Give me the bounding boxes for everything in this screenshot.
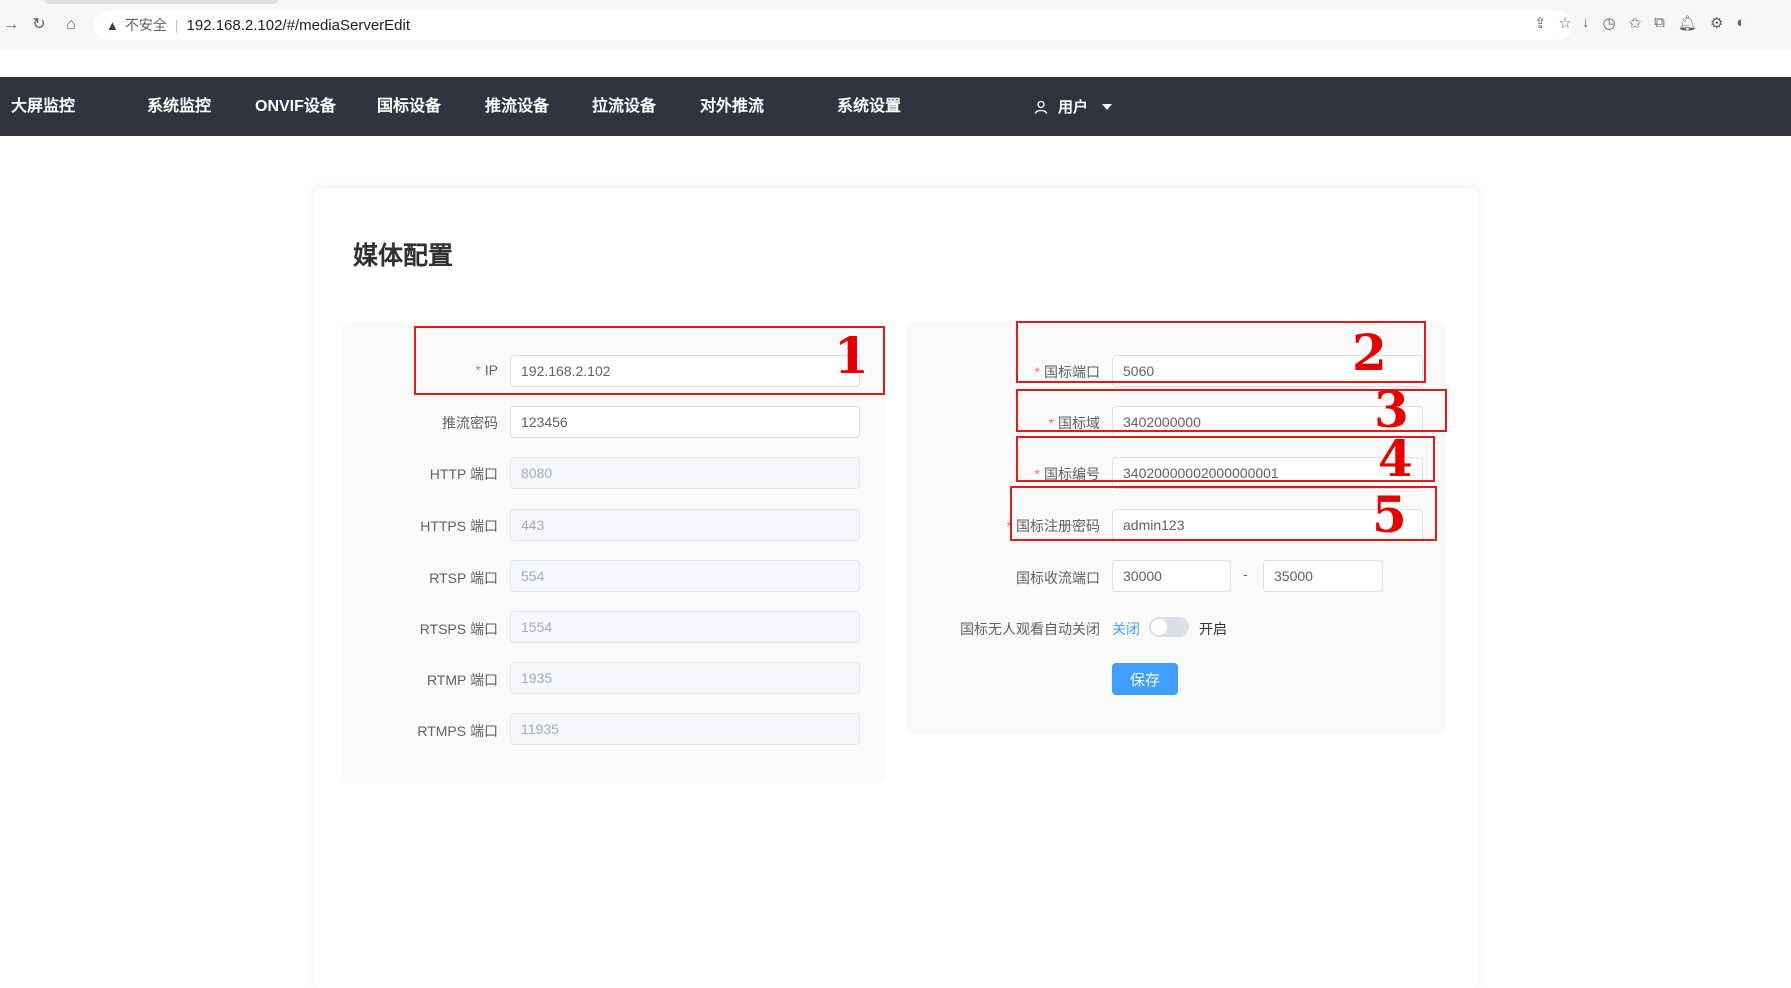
history-icon[interactable]: ◷ xyxy=(1603,14,1616,32)
rtp-range-end-input[interactable] xyxy=(1263,560,1383,592)
collections-icon[interactable]: ⧉ xyxy=(1654,14,1665,32)
nav-item-push-devices[interactable]: 推流设备 xyxy=(485,77,549,136)
warning-icon: ▲ xyxy=(106,17,119,33)
nav-item-external-push[interactable]: 对外推流 xyxy=(700,77,764,136)
browser-tab[interactable] xyxy=(44,0,278,4)
push-secret-label: 推流密码 xyxy=(442,415,498,431)
switch-knob xyxy=(1151,619,1167,635)
annotation-number-5: 5 xyxy=(1372,485,1407,544)
nav-item-system-monitor[interactable]: 系统监控 xyxy=(147,77,211,136)
range-separator: - xyxy=(1243,566,1248,582)
home-icon[interactable]: ⌂ xyxy=(60,14,82,36)
rtmps-port-label: RTMPS 端口 xyxy=(417,723,498,739)
favorites-icon[interactable]: ✩ xyxy=(1629,14,1642,32)
annotation-number-2: 2 xyxy=(1352,323,1387,382)
share-icon[interactable]: ⇪ xyxy=(1534,14,1547,32)
nav-item-dashboard[interactable]: 大屏监控 xyxy=(11,77,75,136)
extensions-icon[interactable]: ⚙ xyxy=(1710,14,1723,32)
url-text[interactable]: 192.168.2.102/#/mediaServerEdit xyxy=(187,17,410,34)
annotation-box-4 xyxy=(1016,436,1435,482)
user-menu[interactable]: 用户 xyxy=(1034,77,1113,136)
rtsp-port-input xyxy=(510,560,860,592)
annotation-number-4: 4 xyxy=(1378,429,1413,488)
http-port-input xyxy=(510,457,860,489)
rtmp-port-input xyxy=(510,662,860,694)
browser-toolbar: → ↻ ⌂ ▲ 不安全 | 192.168.2.102/#/mediaServe… xyxy=(0,0,1791,50)
bookmark-star-icon[interactable]: ☆ xyxy=(1559,14,1572,32)
nav-item-settings[interactable]: 系统设置 xyxy=(837,77,901,136)
reload-icon[interactable]: ↻ xyxy=(28,14,50,36)
switch-on-label[interactable]: 开启 xyxy=(1199,619,1227,639)
notification-bell-icon[interactable]: 🔔︎ xyxy=(1678,14,1697,32)
https-port-input xyxy=(510,509,860,541)
rtsps-port-input xyxy=(510,611,860,643)
nav-item-gb-devices[interactable]: 国标设备 xyxy=(377,77,441,136)
download-icon[interactable]: ↓ xyxy=(1582,14,1590,32)
auto-close-label: 国标无人观看自动关闭 xyxy=(960,621,1100,637)
user-label: 用户 xyxy=(1058,99,1089,116)
https-port-label: HTTPS 端口 xyxy=(420,518,498,534)
rtp-range-start-input[interactable] xyxy=(1112,560,1231,592)
user-icon xyxy=(1034,100,1048,114)
address-divider: | xyxy=(174,17,179,33)
annotation-number-1: 1 xyxy=(834,326,869,385)
push-secret-input[interactable] xyxy=(510,406,860,438)
top-nav: 大屏监控 系统监控 ONVIF设备 国标设备 推流设备 拉流设备 对外推流 系统… xyxy=(0,77,1791,136)
rtmps-port-input xyxy=(510,713,860,745)
auto-close-switch[interactable] xyxy=(1149,617,1189,637)
address-bar[interactable]: ▲ 不安全 | 192.168.2.102/#/mediaServerEdit … xyxy=(94,10,1572,40)
nav-item-pull-devices[interactable]: 拉流设备 xyxy=(592,77,656,136)
nav-item-onvif-devices[interactable]: ONVIF设备 xyxy=(255,77,336,136)
forward-icon[interactable]: → xyxy=(0,14,22,36)
rtp-range-label: 国标收流端口 xyxy=(1016,570,1100,586)
annotation-number-3: 3 xyxy=(1374,380,1409,439)
rtsps-port-label: RTSPS 端口 xyxy=(419,621,498,637)
page-title: 媒体配置 xyxy=(353,242,454,270)
switch-off-label[interactable]: 关闭 xyxy=(1112,619,1140,639)
edge-icon[interactable]: ◐ xyxy=(1736,14,1745,32)
annotation-box-1 xyxy=(414,326,885,395)
http-port-label: HTTP 端口 xyxy=(429,466,498,482)
insecure-label: 不安全 xyxy=(124,17,167,33)
rtsp-port-label: RTSP 端口 xyxy=(429,570,498,586)
save-button[interactable]: 保存 xyxy=(1112,663,1178,695)
rtmp-port-label: RTMP 端口 xyxy=(426,672,498,688)
chevron-down-icon xyxy=(1102,103,1113,110)
